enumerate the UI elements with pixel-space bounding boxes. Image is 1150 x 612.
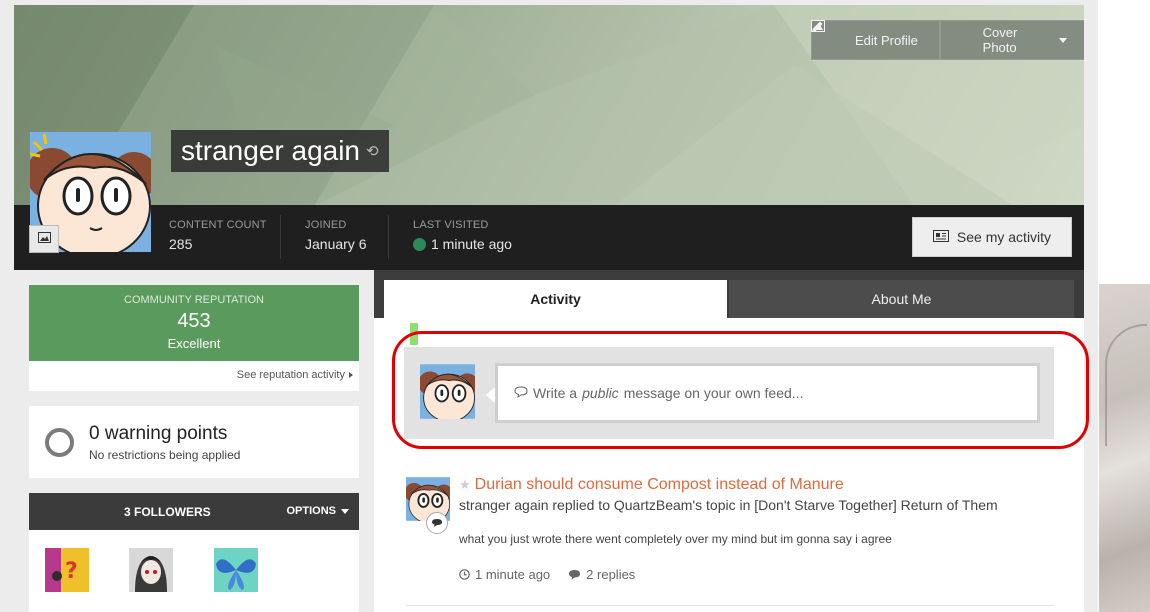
feed-item-title: Durian should consume Compost instead of… [474, 476, 844, 493]
clock-icon [459, 569, 470, 580]
replies-label: 2 replies [586, 567, 636, 582]
profile-name: stranger again ⟲ [171, 130, 389, 172]
image-icon [811, 20, 974, 47]
see-reputation-activity-link[interactable]: See reputation activity [237, 369, 353, 381]
stat-value: 285 [169, 236, 193, 252]
profile-name-text: stranger again [181, 135, 361, 166]
reputation-link-label: See reputation activity [236, 369, 345, 381]
chevron-down-icon [341, 508, 349, 514]
time-label: 1 minute ago [475, 567, 551, 582]
warning-points-card: 0 warning points No restrictions being a… [29, 406, 359, 478]
placeholder-emphasis: public [582, 385, 619, 401]
newspaper-icon [932, 229, 949, 245]
reputation-value: 453 [177, 310, 211, 332]
tab-about-me[interactable]: About Me [729, 280, 1074, 318]
last-visited-value: 1 minute ago [431, 236, 512, 252]
history-icon[interactable]: ⟲ [366, 142, 379, 160]
cover-photo: Edit Profile Cover Photo [14, 5, 1084, 206]
feed-item-replies[interactable]: 2 replies [568, 567, 635, 582]
reputation-label: COMMUNITY REPUTATION [124, 294, 264, 306]
see-activity-label: See my activity [956, 229, 1052, 245]
follower-avatar[interactable]: ? [45, 548, 89, 592]
divider [406, 605, 1054, 606]
online-status-icon [413, 237, 426, 251]
profile-tabs: Activity About Me [374, 270, 1084, 318]
warning-subtitle: No restrictions being applied [89, 448, 241, 462]
warning-title: 0 warning points [89, 423, 228, 444]
feed-item-footer: 1 minute ago 2 replies [459, 567, 635, 582]
stat-joined: JOINED January 6 [305, 219, 366, 252]
feed-item-meta: stranger again replied to QuartzBeam's t… [459, 497, 998, 513]
divider [280, 215, 281, 259]
pencil-icon [812, 21, 846, 47]
followers-card: 3 FOLLOWERS OPTIONS ? [29, 493, 359, 612]
chevron-down-icon [1059, 37, 1067, 43]
divider [388, 215, 389, 259]
status-message-input[interactable]: Write a public message on your own feed.… [495, 363, 1040, 423]
followers-options-button[interactable]: OPTIONS [286, 505, 349, 517]
feed-item-time[interactable]: 1 minute ago [459, 567, 550, 582]
reputation-badge: COMMUNITY REPUTATION 453 Excellent [29, 285, 359, 361]
stat-content-count: CONTENT COUNT 285 [169, 219, 267, 252]
cover-photo-label: Cover Photo [982, 25, 1018, 55]
tab-activity[interactable]: Activity [384, 280, 727, 318]
follower-avatar[interactable] [214, 548, 258, 592]
cover-photo-button[interactable]: Cover Photo [811, 20, 1084, 60]
composer-pointer [486, 387, 495, 403]
svg-text:?: ? [65, 559, 78, 584]
stat-value: 1 minute ago [413, 236, 512, 252]
options-label: OPTIONS [286, 505, 336, 517]
edit-profile-button[interactable]: Edit Profile [811, 20, 940, 60]
stat-label: JOINED [305, 219, 347, 231]
list-item: ★ Durian should consume Compost instead … [406, 476, 1054, 606]
chevron-right-icon [349, 372, 353, 378]
followers-title: 3 FOLLOWERS [124, 505, 211, 519]
placeholder-text: Write a [533, 385, 578, 401]
comment-icon [426, 512, 448, 534]
feed-item-title-link[interactable]: ★ Durian should consume Compost instead … [459, 476, 844, 494]
follower-avatar[interactable] [129, 548, 173, 592]
stat-last-visited: LAST VISITED 1 minute ago [413, 219, 512, 252]
stat-label: LAST VISITED [413, 219, 489, 231]
change-avatar-button[interactable] [29, 225, 59, 253]
placeholder-text: message on your own feed... [623, 385, 804, 401]
profile-stats-bar: CONTENT COUNT 285 JOINED January 6 LAST … [14, 205, 1084, 270]
status-composer: Write a public message on your own feed.… [404, 347, 1054, 439]
background-artwork [1099, 284, 1150, 612]
feed-item-snippet: what you just wrote there went completel… [459, 532, 892, 546]
followers-header: 3 FOLLOWERS OPTIONS [29, 493, 359, 530]
edit-profile-label: Edit Profile [855, 32, 918, 48]
star-icon: ★ [459, 477, 471, 492]
comment-icon [568, 569, 581, 580]
see-activity-button[interactable]: See my activity [912, 217, 1072, 257]
stat-value: January 6 [305, 236, 367, 252]
composer-avatar [420, 364, 475, 419]
reputation-card: COMMUNITY REPUTATION 453 Excellent See r… [29, 285, 359, 391]
reputation-rating: Excellent [167, 336, 221, 351]
warning-ring-icon [45, 428, 74, 457]
speech-bubble-icon [514, 385, 528, 401]
stat-label: CONTENT COUNT [169, 219, 267, 231]
image-icon [37, 230, 51, 248]
status-marker [410, 323, 418, 345]
